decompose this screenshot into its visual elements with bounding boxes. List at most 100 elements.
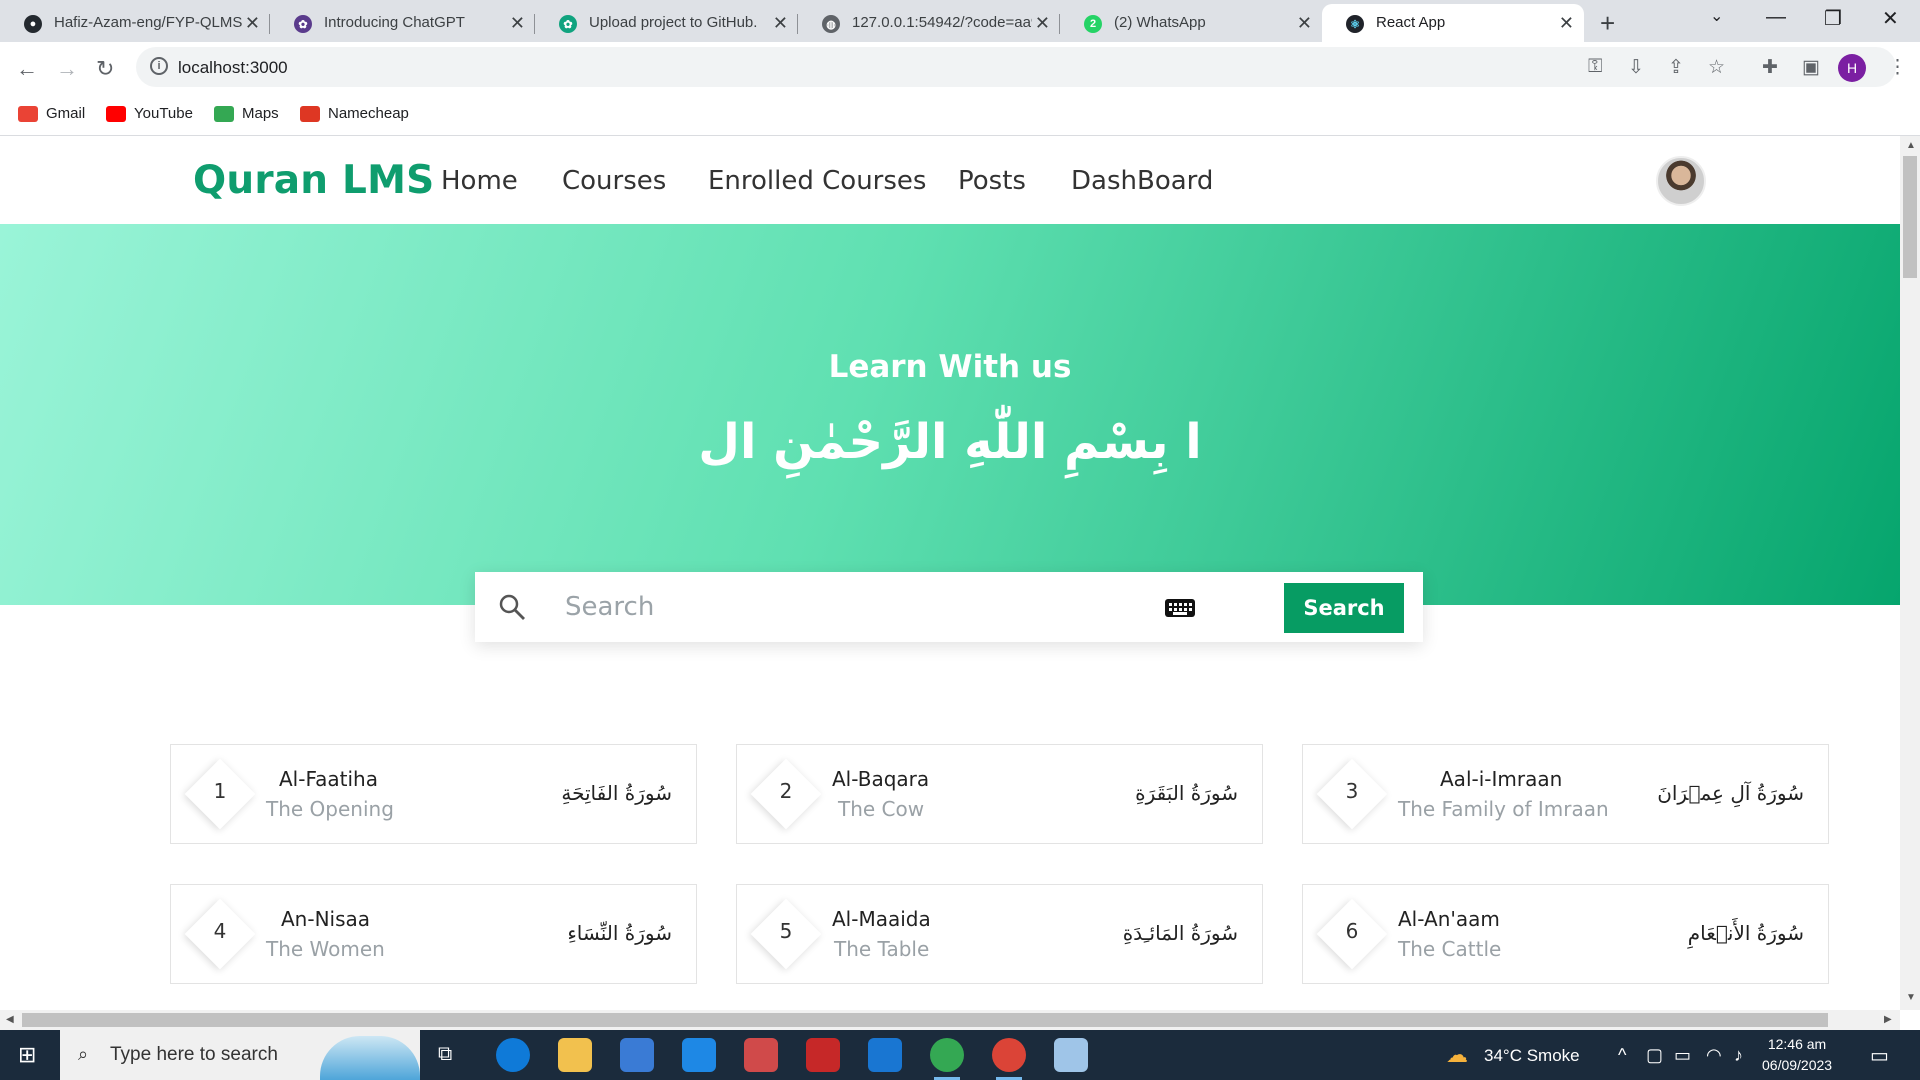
taskbar-search-placeholder: Type here to search: [110, 1044, 278, 1065]
windows-start-icon[interactable]: ⊞: [18, 1042, 36, 1068]
tab-title: 127.0.0.1:54942/?code=aa9: [852, 14, 1032, 31]
clock-date: 06/09/2023: [1762, 1057, 1833, 1073]
wifi-icon[interactable]: ◠: [1706, 1045, 1722, 1066]
surah-card[interactable]: 2 Al-Baqara The Cow سُورَةُ البَقَرَةِ: [736, 744, 1263, 844]
surah-number: 3: [1345, 779, 1359, 803]
user-avatar[interactable]: [1656, 156, 1706, 206]
system-clock[interactable]: 12:46 am 06/09/2023: [1762, 1034, 1832, 1076]
taskbar-search[interactable]: ⌕ Type here to search: [60, 1030, 420, 1080]
battery-icon[interactable]: ▭: [1674, 1045, 1691, 1066]
back-arrow-icon[interactable]: ←: [16, 56, 38, 82]
bookmark-youtube[interactable]: YouTube: [106, 105, 193, 122]
bookmark-star-icon[interactable]: ☆: [1708, 56, 1725, 79]
surah-number: 1: [213, 779, 227, 803]
tab-localhost-code[interactable]: ◍ 127.0.0.1:54942/?code=aa9 ✕: [798, 4, 1060, 42]
bookmark-maps[interactable]: Maps: [214, 105, 279, 122]
meet-now-icon[interactable]: ▢: [1646, 1045, 1663, 1066]
weather-text[interactable]: 34°C Smoke: [1484, 1046, 1580, 1066]
tab-react-app[interactable]: ⚛ React App ✕: [1322, 4, 1584, 42]
file-explorer-icon[interactable]: [558, 1038, 592, 1072]
tab-upload-project[interactable]: ✿ Upload project to GitHub. ✕: [535, 4, 798, 42]
tab-chatgpt[interactable]: ✿ Introducing ChatGPT ✕: [270, 4, 535, 42]
scroll-down-arrow-icon[interactable]: ▼: [1906, 992, 1916, 1003]
volume-icon[interactable]: ♪: [1734, 1045, 1743, 1066]
vscode-icon[interactable]: [868, 1038, 902, 1072]
tab-whatsapp[interactable]: 2 (2) WhatsApp ✕: [1060, 4, 1322, 42]
tab-title: Hafiz-Azam-eng/FYP-QLMS: [54, 14, 243, 31]
hero-arabic-text: ا بِسْمِ اللّٰهِ الرَّحْمٰنِ ال: [698, 414, 1202, 470]
bookmark-namecheap[interactable]: Namecheap: [300, 105, 409, 122]
reload-icon[interactable]: ↻: [96, 56, 114, 82]
nav-home[interactable]: Home: [441, 166, 518, 196]
brand-logo[interactable]: Quran LMS: [193, 158, 434, 203]
nav-enrolled-courses[interactable]: Enrolled Courses: [708, 166, 926, 196]
bookmark-gmail[interactable]: Gmail: [18, 105, 85, 122]
menu-kebab-icon[interactable]: ⋮: [1888, 56, 1907, 79]
search-input[interactable]: [565, 585, 1105, 629]
hero-title: Learn With us: [828, 349, 1072, 385]
profile-avatar[interactable]: H: [1838, 54, 1866, 82]
surah-number: 4: [213, 919, 227, 943]
nav-dashboard[interactable]: DashBoard: [1071, 166, 1213, 196]
surah-name: Al-Baqara: [832, 767, 930, 791]
scroll-up-arrow-icon[interactable]: ▲: [1906, 140, 1916, 151]
address-bar[interactable]: i localhost:3000 ⚿ ⇩ ⇪ ☆: [136, 47, 1896, 87]
namecheap-icon: [300, 105, 320, 122]
tab-github[interactable]: ● Hafiz-Azam-eng/FYP-QLMS ✕: [0, 4, 270, 42]
new-tab-button[interactable]: +: [1600, 8, 1615, 39]
chrome-icon[interactable]: [930, 1038, 964, 1080]
site-info-icon[interactable]: i: [150, 57, 168, 75]
hero-banner: Learn With us ا بِسْمِ اللّٰهِ الرَّحْمٰ…: [0, 224, 1900, 605]
bookmark-label: Gmail: [46, 105, 86, 122]
microsoft-store-icon[interactable]: [620, 1038, 654, 1072]
search-button[interactable]: Search: [1284, 583, 1404, 633]
share-icon[interactable]: ⇪: [1668, 56, 1684, 79]
install-app-icon[interactable]: ⇩: [1628, 56, 1644, 79]
forward-arrow-icon[interactable]: →: [56, 56, 78, 82]
edge-icon[interactable]: [496, 1038, 530, 1072]
close-icon[interactable]: ✕: [1559, 13, 1574, 34]
mail-icon[interactable]: [682, 1038, 716, 1072]
vertical-scroll-thumb[interactable]: [1903, 156, 1917, 278]
surah-card[interactable]: 4 An-Nisaa The Women سُورَةُ النِّسَاءِ: [170, 884, 697, 984]
scroll-right-arrow-icon[interactable]: ▶: [1884, 1014, 1892, 1025]
restore-icon[interactable]: ❐: [1824, 6, 1842, 31]
search-icon: ⌕: [78, 1044, 89, 1064]
horizontal-scroll-thumb[interactable]: [22, 1013, 1828, 1027]
minimize-icon[interactable]: —: [1766, 6, 1786, 29]
surah-card[interactable]: 5 Al-Maaida The Table سُورَةُ المَائـِدَ…: [736, 884, 1263, 984]
surah-card[interactable]: 6 Al-An'aam The Cattle سُورَةُ الأَنۡعَا…: [1302, 884, 1829, 984]
react-icon: ⚛: [1346, 15, 1364, 33]
globe-icon: ◍: [822, 15, 840, 33]
surah-card[interactable]: 1 Al-Faatiha The Opening سُورَةُ الفَاتِ…: [170, 744, 697, 844]
close-icon[interactable]: ✕: [1297, 13, 1312, 34]
chrome-profile-icon[interactable]: [992, 1038, 1026, 1080]
scroll-left-arrow-icon[interactable]: ◀: [6, 1014, 14, 1025]
close-icon[interactable]: ✕: [510, 13, 525, 34]
openai-icon: ✿: [559, 15, 577, 33]
key-icon[interactable]: ⚿: [1588, 56, 1602, 78]
close-icon[interactable]: ✕: [773, 13, 788, 34]
keyboard-icon[interactable]: [1165, 599, 1195, 617]
surah-arabic: سُورَةُ الفَاتِحَةِ: [561, 781, 672, 805]
close-icon[interactable]: ✕: [245, 13, 260, 34]
browser-toolbar: ← → ↻ i localhost:3000 ⚿ ⇩ ⇪ ☆ ✚ ▣ H ⋮: [0, 42, 1920, 96]
surah-card[interactable]: 3 Aal-i-Imraan The Family of Imraan سُور…: [1302, 744, 1829, 844]
notifications-icon[interactable]: ▭: [1870, 1043, 1889, 1068]
window-close-icon[interactable]: ✕: [1882, 6, 1899, 31]
tray-chevron-up-icon[interactable]: ^: [1618, 1045, 1626, 1066]
surah-name: Aal-i-Imraan: [1440, 767, 1563, 791]
surah-arabic: سُورَةُ النِّسَاءِ: [567, 921, 672, 945]
extensions-icon[interactable]: ✚: [1762, 56, 1778, 79]
nav-courses[interactable]: Courses: [562, 166, 666, 196]
tab-search-chevron-icon[interactable]: ⌄: [1710, 6, 1723, 26]
close-icon[interactable]: ✕: [1035, 13, 1050, 34]
nav-posts[interactable]: Posts: [958, 166, 1026, 196]
side-panel-icon[interactable]: ▣: [1802, 56, 1820, 79]
task-view-icon[interactable]: ⧉: [438, 1043, 452, 1066]
photos-icon[interactable]: [1054, 1038, 1088, 1072]
whatsapp-icon: 2: [1084, 15, 1102, 33]
recorder-icon[interactable]: [806, 1038, 840, 1072]
git-icon[interactable]: [744, 1038, 778, 1072]
tab-title: React App: [1376, 14, 1446, 31]
